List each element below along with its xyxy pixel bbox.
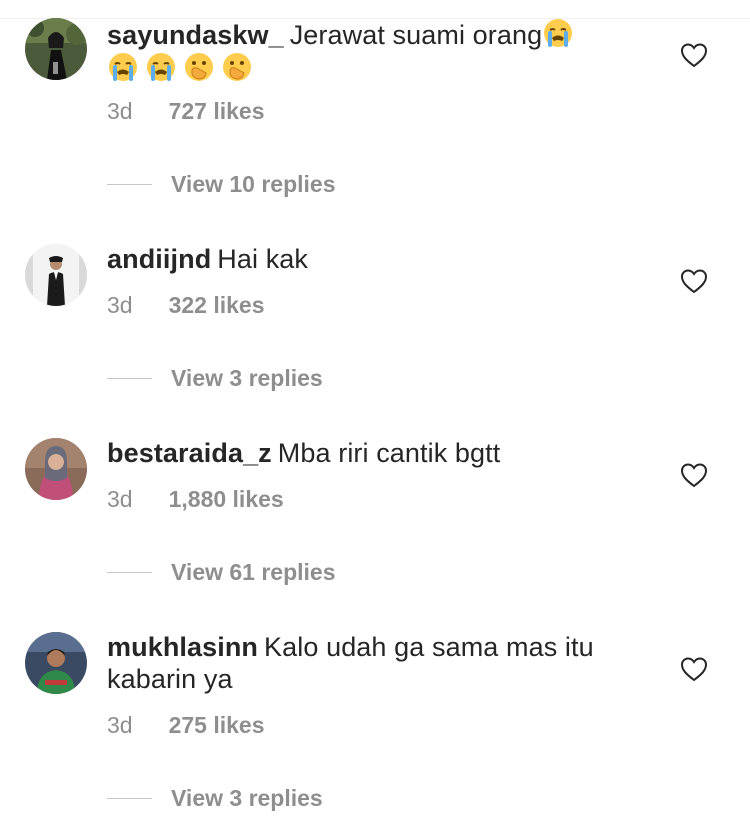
comment-meta: 3d 275 likes	[107, 712, 265, 739]
comment-time: 3d	[107, 486, 133, 512]
comment-item: andiijnd Hai kak 3d 322 likes View 3 repl…	[0, 226, 750, 416]
comment-time: 3d	[107, 98, 133, 124]
comment-text: Hai kak	[217, 244, 309, 274]
comment-text: Mba riri cantik bgtt	[277, 438, 501, 468]
comment-item: sayundaskw_ Jerawat suami orang 3d 727 li…	[0, 0, 750, 197]
view-replies-button[interactable]: View 3 replies	[107, 785, 323, 812]
comment-time: 3d	[107, 712, 133, 738]
comment-time: 3d	[107, 292, 133, 318]
like-heart-icon[interactable]	[680, 656, 708, 682]
replies-divider	[107, 572, 152, 573]
comment-item: bestaraida_z Mba riri cantik bgtt 3d 1,88…	[0, 420, 750, 610]
view-replies-button[interactable]: View 61 replies	[107, 559, 336, 586]
comment-username[interactable]: bestaraida_z	[107, 438, 272, 468]
comment-likes[interactable]: 1,880 likes	[169, 486, 284, 513]
comment-meta: 3d 1,880 likes	[107, 486, 284, 513]
like-heart-icon[interactable]	[680, 462, 708, 488]
comment-likes[interactable]: 727 likes	[169, 98, 265, 125]
comment-username[interactable]: andiijnd	[107, 244, 211, 274]
view-replies-label: View 3 replies	[171, 785, 323, 811]
comment-username[interactable]: mukhlasinn	[107, 632, 258, 662]
hand-over-mouth-face-emoji-icon	[183, 51, 215, 83]
view-replies-label: View 10 replies	[171, 171, 336, 197]
loudly-crying-face-emoji-icon	[107, 51, 139, 83]
comment-body: andiijnd Hai kak	[107, 243, 627, 275]
view-replies-label: View 61 replies	[171, 559, 336, 585]
view-replies-button[interactable]: View 3 replies	[107, 365, 323, 392]
like-heart-icon[interactable]	[680, 42, 708, 68]
comment-username[interactable]: sayundaskw_	[107, 20, 284, 50]
view-replies-button[interactable]: View 10 replies	[107, 171, 336, 198]
comment-text: Jerawat suami orang	[289, 20, 543, 50]
comment-likes[interactable]: 275 likes	[169, 712, 265, 739]
comment-likes[interactable]: 322 likes	[169, 292, 265, 319]
avatar[interactable]	[25, 18, 87, 80]
avatar[interactable]	[25, 438, 87, 500]
loudly-crying-face-emoji-icon	[145, 51, 177, 83]
avatar[interactable]	[25, 632, 87, 694]
replies-divider	[107, 798, 152, 799]
comment-body: sayundaskw_ Jerawat suami orang	[107, 17, 627, 85]
comment-meta: 3d 322 likes	[107, 292, 265, 319]
avatar[interactable]	[25, 244, 87, 306]
replies-divider	[107, 184, 152, 185]
comment-item: mukhlasinn Kalo udah ga sama mas itu kaba…	[0, 614, 750, 811]
comment-body: mukhlasinn Kalo udah ga sama mas itu kaba…	[107, 631, 627, 695]
like-heart-icon[interactable]	[680, 268, 708, 294]
comment-body: bestaraida_z Mba riri cantik bgtt	[107, 437, 627, 469]
hand-over-mouth-face-emoji-icon	[221, 51, 253, 83]
comment-meta: 3d 727 likes	[107, 98, 265, 125]
replies-divider	[107, 378, 152, 379]
loudly-crying-face-emoji-icon	[542, 17, 574, 49]
view-replies-label: View 3 replies	[171, 365, 323, 391]
